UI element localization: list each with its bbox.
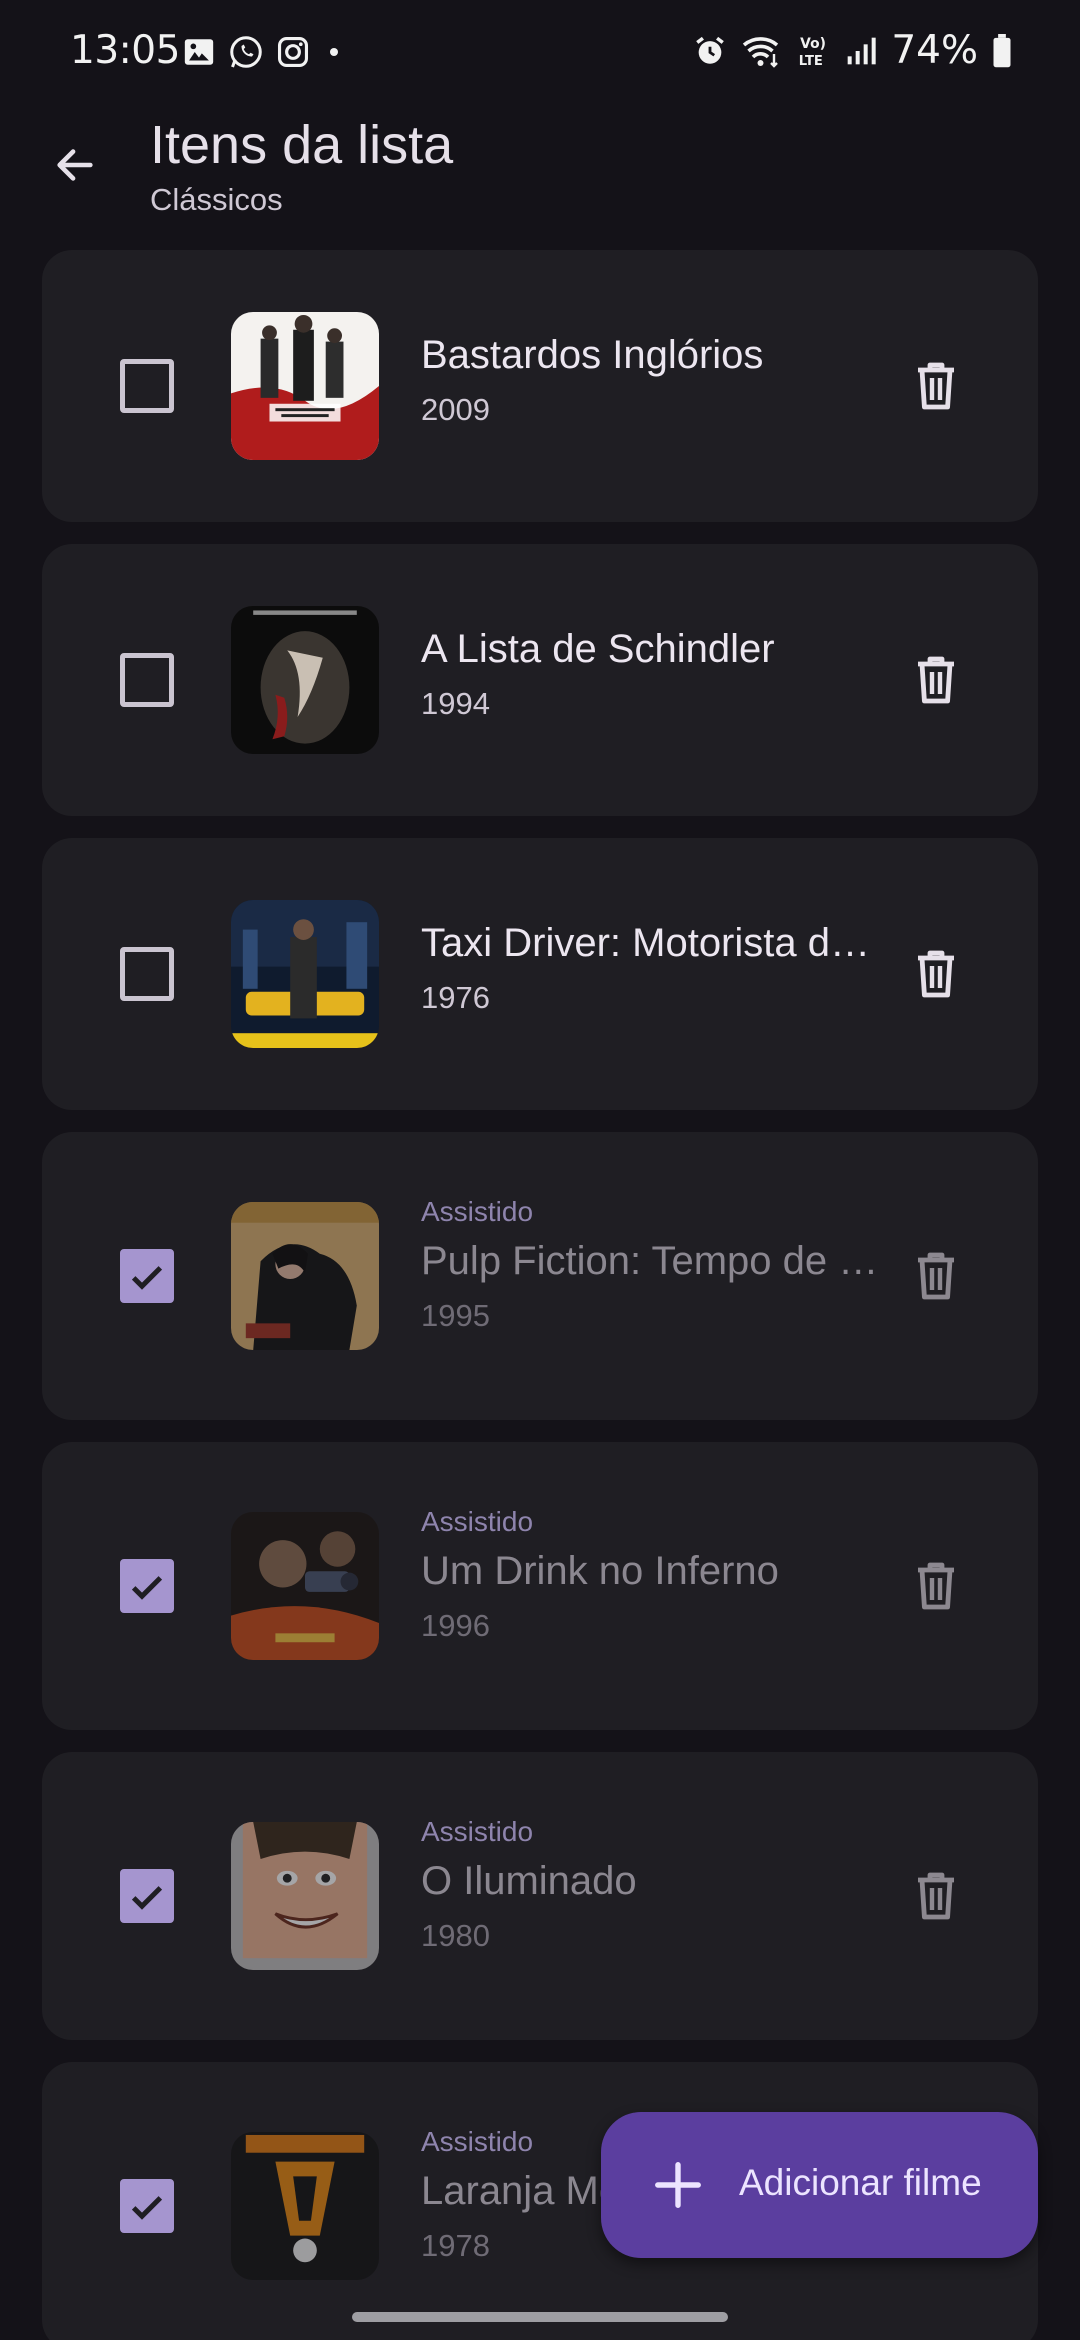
instagram-icon bbox=[276, 35, 310, 69]
movie-info: Assistido Pulp Fiction: Tempo de Violênc… bbox=[421, 1196, 891, 1334]
wifi-icon bbox=[741, 33, 783, 69]
check-icon bbox=[131, 2196, 163, 2220]
check-icon bbox=[131, 1576, 163, 1600]
movie-year: 1994 bbox=[421, 686, 490, 721]
movie-poster bbox=[231, 1202, 379, 1350]
watched-label: Assistido bbox=[421, 1196, 534, 1227]
check-icon bbox=[131, 1266, 163, 1290]
movie-year: 2009 bbox=[421, 392, 490, 427]
movie-info: Assistido Um Drink no Inferno 1996 bbox=[421, 1506, 891, 1644]
movie-card[interactable]: Assistido O Iluminado 1980 bbox=[42, 1752, 1038, 2040]
watched-checkbox[interactable] bbox=[120, 1869, 174, 1923]
movie-info: A Lista de Schindler 1994 bbox=[421, 624, 891, 722]
delete-button[interactable] bbox=[902, 352, 970, 420]
trash-icon bbox=[918, 362, 954, 410]
movie-title: Taxi Driver: Motorista de Táxi bbox=[421, 921, 891, 965]
watched-checkbox[interactable] bbox=[120, 653, 174, 707]
movie-card[interactable]: Bastardos Inglórios 2009 bbox=[42, 250, 1038, 522]
watched-checkbox[interactable] bbox=[120, 2179, 174, 2233]
add-movie-label: Adicionar filme bbox=[739, 2162, 982, 2203]
movie-card[interactable]: Taxi Driver: Motorista de Táxi 1976 bbox=[42, 838, 1038, 1110]
watched-checkbox[interactable] bbox=[120, 1249, 174, 1303]
watched-checkbox[interactable] bbox=[120, 1559, 174, 1613]
movie-card[interactable]: Assistido Pulp Fiction: Tempo de Violênc… bbox=[42, 1132, 1038, 1420]
movie-title: Pulp Fiction: Tempo de Violência bbox=[421, 1239, 891, 1283]
volte-icon: Vo) LTE bbox=[797, 33, 831, 69]
trash-icon bbox=[918, 950, 954, 998]
movie-poster bbox=[231, 900, 379, 1048]
movie-card[interactable]: Assistido Um Drink no Inferno 1996 bbox=[42, 1442, 1038, 1730]
delete-button[interactable] bbox=[902, 646, 970, 714]
notification-icons bbox=[182, 34, 346, 70]
delete-button[interactable] bbox=[902, 1552, 970, 1620]
movie-year: 1995 bbox=[421, 1298, 490, 1333]
dot-icon bbox=[322, 40, 346, 64]
movie-card[interactable]: A Lista de Schindler 1994 bbox=[42, 544, 1038, 816]
screen: 13:05 Vo) LTE 74% Itens da lista Clássic… bbox=[0, 0, 1080, 2340]
gallery-icon bbox=[182, 35, 216, 69]
movie-poster bbox=[231, 1512, 379, 1660]
movie-title: Bastardos Inglórios bbox=[421, 333, 764, 377]
movie-year: 1980 bbox=[421, 1918, 490, 1953]
watched-label: Assistido bbox=[421, 1816, 534, 1847]
arrow-back-icon bbox=[57, 149, 93, 181]
trash-icon bbox=[918, 1562, 954, 1610]
watched-checkbox[interactable] bbox=[120, 947, 174, 1001]
svg-text:Vo): Vo) bbox=[800, 36, 826, 52]
delete-button[interactable] bbox=[902, 1862, 970, 1930]
watched-checkbox[interactable] bbox=[120, 359, 174, 413]
trash-icon bbox=[918, 656, 954, 704]
svg-text:LTE: LTE bbox=[799, 53, 823, 68]
alarm-icon bbox=[693, 34, 727, 68]
delete-button[interactable] bbox=[902, 1242, 970, 1310]
page-title: Itens da lista bbox=[150, 115, 454, 175]
delete-button[interactable] bbox=[902, 940, 970, 1008]
whatsapp-icon bbox=[228, 34, 264, 70]
movie-title: O Iluminado bbox=[421, 1859, 637, 1903]
top-app-bar: Itens da lista Clássicos bbox=[0, 100, 1080, 240]
page-subtitle: Clássicos bbox=[150, 182, 283, 217]
battery-icon bbox=[992, 33, 1012, 68]
movie-title: Um Drink no Inferno bbox=[421, 1549, 779, 1593]
watched-label: Assistido bbox=[421, 1506, 534, 1537]
movie-title: A Lista de Schindler bbox=[421, 627, 775, 671]
trash-icon bbox=[918, 1252, 954, 1300]
movie-poster bbox=[231, 606, 379, 754]
movie-poster bbox=[231, 2132, 379, 2280]
movie-poster bbox=[231, 1822, 379, 1970]
battery-percentage: 74% bbox=[891, 28, 978, 73]
movie-year: 1996 bbox=[421, 1608, 490, 1643]
movie-info: Taxi Driver: Motorista de Táxi 1976 bbox=[421, 918, 891, 1016]
movie-year: 1976 bbox=[421, 980, 490, 1015]
gesture-navigation-bar[interactable] bbox=[352, 2312, 728, 2322]
back-button[interactable] bbox=[42, 132, 108, 198]
movie-list: Bastardos Inglórios 2009 A Lista de Schi… bbox=[42, 250, 1038, 2340]
status-bar: 13:05 Vo) LTE 74% bbox=[0, 0, 1080, 100]
movie-poster bbox=[231, 312, 379, 460]
check-icon bbox=[131, 1886, 163, 1910]
status-time: 13:05 bbox=[70, 28, 180, 73]
trash-icon bbox=[918, 1872, 954, 1920]
movie-info: Bastardos Inglórios 2009 bbox=[421, 330, 891, 428]
plus-icon bbox=[655, 2162, 701, 2208]
signal-icon bbox=[845, 34, 877, 68]
add-movie-button[interactable]: Adicionar filme bbox=[601, 2112, 1038, 2258]
movie-info: Assistido O Iluminado 1980 bbox=[421, 1816, 891, 1954]
system-icons: Vo) LTE 74% bbox=[693, 28, 1012, 73]
